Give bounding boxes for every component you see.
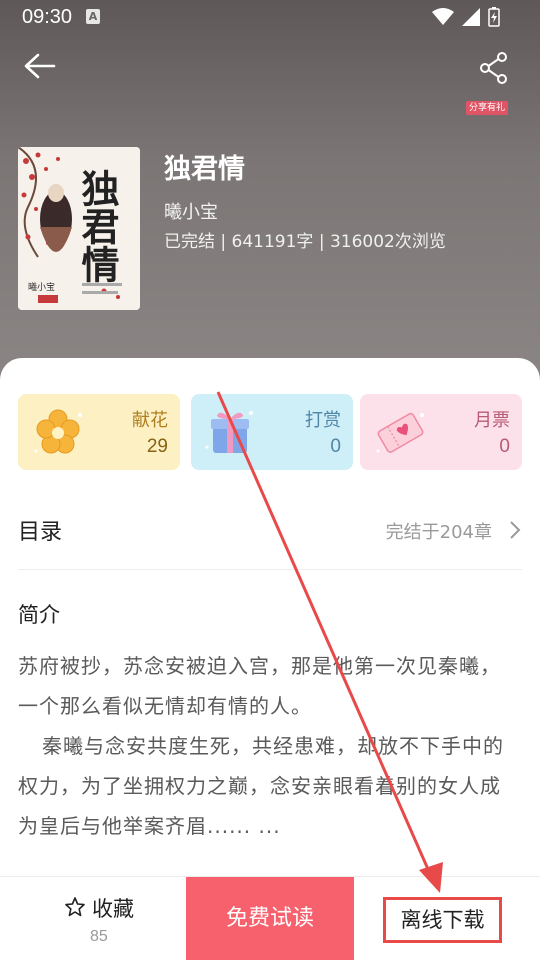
book-author[interactable]: 曦小宝 (164, 198, 218, 224)
flower-card[interactable]: 献花 29 (18, 394, 180, 470)
intro-paragraph: 苏府被抄，苏念安被迫入宫，那是他第一次见秦曦，一个那么看似无情却有情的人。 (18, 654, 501, 718)
tip-label: 打赏 (305, 410, 341, 431)
monthly-ticket-label: 月票 (474, 410, 510, 431)
tip-card[interactable]: 打赏 0 (191, 394, 353, 470)
free-read-button[interactable]: 免费试读 (186, 877, 354, 960)
intro-title: 简介 (18, 603, 60, 627)
flower-icon (34, 409, 82, 454)
share-icon[interactable] (476, 50, 512, 86)
monthly-ticket-count: 0 (499, 436, 510, 457)
cover-author-text: 曦小宝 (28, 283, 56, 293)
cell-signal-icon (462, 8, 480, 26)
tip-count: 0 (330, 436, 341, 457)
battery-icon (488, 7, 500, 27)
ticket-icon (376, 412, 424, 453)
status-bar: 09:30 A (0, 0, 540, 34)
table-of-contents-row[interactable]: 目录 完结于204章 (18, 498, 522, 570)
status-icons (432, 7, 500, 27)
back-arrow-icon[interactable] (20, 48, 60, 88)
wifi-icon (432, 8, 454, 25)
bottom-action-bar: 收藏 85 免费试读 离线下载 (0, 876, 540, 960)
share-reward-badge[interactable]: 分享有礼 (466, 101, 509, 115)
favorite-count: 85 (90, 928, 108, 945)
status-time: 09:30 (22, 6, 73, 28)
intro-paragraph: 秦曦与念安共度生死，共经患难，却放不下手中的权力，为了坐拥权力之巅，念安亲眼看着… (18, 734, 504, 838)
flower-label: 献花 (132, 410, 168, 431)
chevron-right-icon (510, 521, 521, 539)
gift-icon (205, 411, 253, 453)
book-title: 独君情 (164, 154, 245, 185)
offline-download-button[interactable]: 离线下载 (383, 897, 502, 943)
book-meta: 已完结 | 641191字 | 316002次浏览 (164, 232, 446, 252)
app-notification-icon: A (86, 9, 100, 24)
favorite-label: 收藏 (92, 897, 134, 921)
cover-title-calligraphy: 独君情 (75, 169, 120, 283)
favorite-button[interactable]: 收藏 85 (60, 893, 150, 953)
star-icon (65, 897, 85, 917)
toc-title: 目录 (18, 520, 63, 545)
book-detail-panel: 献花 29 打赏 0 月票 0 目录 完结于204章 简介 苏府被抄，苏念安被迫… (0, 358, 540, 878)
intro-text[interactable]: 苏府被抄，苏念安被迫入宫，那是他第一次见秦曦，一个那么看似无情却有情的人。 秦曦… (18, 646, 508, 846)
flower-count: 29 (146, 436, 168, 457)
toc-status: 完结于204章 (385, 522, 492, 543)
book-cover: 独君情 曦小宝 (18, 147, 140, 310)
monthly-ticket-card[interactable]: 月票 0 (360, 394, 522, 470)
